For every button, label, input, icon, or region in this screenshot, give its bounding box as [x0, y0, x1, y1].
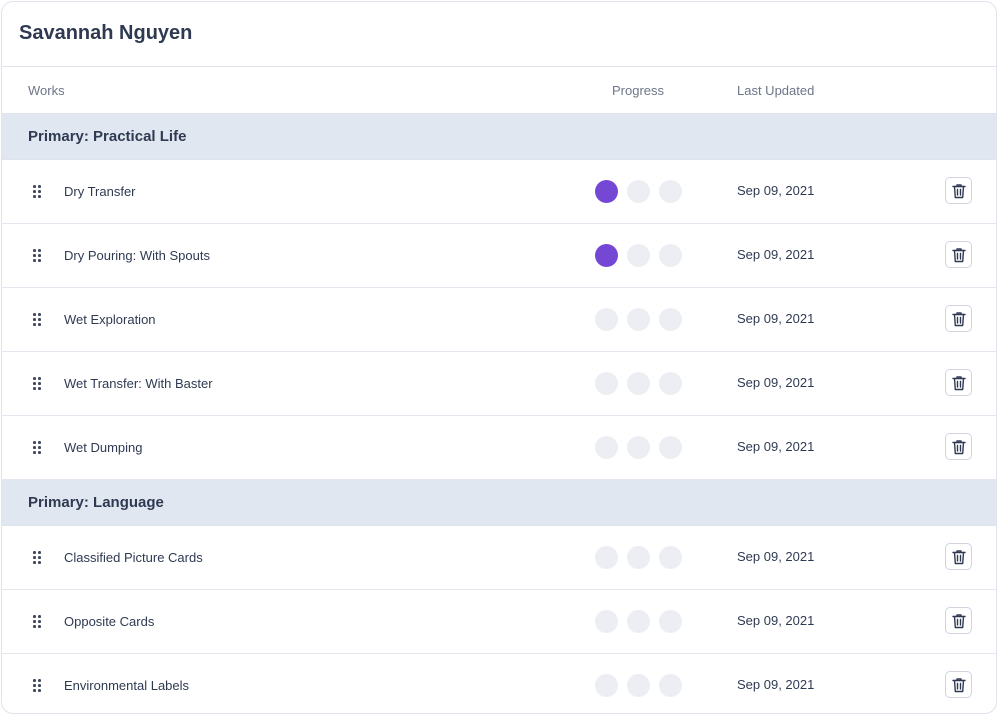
trash-icon — [951, 375, 966, 391]
progress-dot[interactable] — [627, 180, 650, 203]
work-row: Opposite Cards Sep 09, 2021 — [2, 590, 996, 654]
progress-dot[interactable] — [627, 372, 650, 395]
progress-dot[interactable] — [659, 546, 682, 569]
delete-button[interactable] — [945, 305, 972, 332]
column-header-progress: Progress — [612, 83, 665, 98]
group-header: Primary: Practical Life — [2, 114, 996, 160]
progress-dot[interactable] — [627, 674, 650, 697]
student-name-title: Savannah Nguyen — [2, 2, 996, 67]
delete-button[interactable] — [945, 543, 972, 570]
delete-button[interactable] — [945, 177, 972, 204]
drag-handle-icon[interactable] — [33, 185, 41, 198]
column-header-works: Works — [28, 83, 65, 98]
work-row: Environmental Labels Sep 09, 2021 — [2, 654, 996, 713]
trash-icon — [951, 549, 966, 565]
column-header-row: Works Progress Last Updated — [2, 67, 996, 114]
delete-button[interactable] — [945, 369, 972, 396]
progress-dot[interactable] — [659, 372, 682, 395]
progress-dot[interactable] — [595, 674, 618, 697]
last-updated-date: Sep 09, 2021 — [737, 549, 815, 564]
progress-dot[interactable] — [659, 436, 682, 459]
progress-dot[interactable] — [659, 308, 682, 331]
progress-dot[interactable] — [595, 436, 618, 459]
progress-dot[interactable] — [595, 372, 618, 395]
work-name: Opposite Cards — [64, 614, 155, 629]
trash-icon — [951, 311, 966, 327]
work-row: Classified Picture Cards Sep 09, 2021 — [2, 526, 996, 590]
last-updated-date: Sep 09, 2021 — [737, 613, 815, 628]
work-row: Dry Pouring: With Spouts Sep 09, 2021 — [2, 224, 996, 288]
works-list: Primary: Practical Life Dry Transfer Sep 0… — [2, 114, 996, 713]
work-name: Classified Picture Cards — [64, 550, 203, 565]
drag-handle-icon[interactable] — [33, 313, 41, 326]
trash-icon — [951, 439, 966, 455]
work-name: Wet Exploration — [64, 312, 156, 327]
progress-dot[interactable] — [595, 308, 618, 331]
progress-dot[interactable] — [659, 180, 682, 203]
delete-button[interactable] — [945, 607, 972, 634]
delete-button[interactable] — [945, 433, 972, 460]
drag-handle-icon[interactable] — [33, 551, 41, 564]
trash-icon — [951, 247, 966, 263]
progress-dot[interactable] — [627, 546, 650, 569]
drag-handle-icon[interactable] — [33, 615, 41, 628]
progress-dot[interactable] — [659, 244, 682, 267]
work-name: Dry Pouring: With Spouts — [64, 248, 210, 263]
work-name: Environmental Labels — [64, 678, 190, 693]
last-updated-date: Sep 09, 2021 — [737, 375, 815, 390]
last-updated-date: Sep 09, 2021 — [737, 311, 815, 326]
progress-dot[interactable] — [595, 610, 618, 633]
work-row: Dry Transfer Sep 09, 2021 — [2, 160, 996, 224]
column-header-last-updated: Last Updated — [737, 83, 815, 98]
works-card: Savannah Nguyen Works Progress Last Upda… — [1, 1, 997, 714]
progress-dot[interactable] — [595, 546, 618, 569]
drag-handle-icon[interactable] — [33, 679, 41, 692]
progress-dot[interactable] — [627, 244, 650, 267]
delete-button[interactable] — [945, 241, 972, 268]
last-updated-date: Sep 09, 2021 — [737, 247, 815, 262]
progress-dot[interactable] — [659, 610, 682, 633]
progress-dot[interactable] — [595, 180, 618, 203]
last-updated-date: Sep 09, 2021 — [737, 677, 815, 692]
trash-icon — [951, 677, 966, 693]
work-name: Dry Transfer — [64, 184, 136, 199]
drag-handle-icon[interactable] — [33, 441, 41, 454]
delete-button[interactable] — [945, 671, 972, 698]
work-name: Wet Dumping — [64, 440, 143, 455]
work-row: Wet Exploration Sep 09, 2021 — [2, 288, 996, 352]
last-updated-date: Sep 09, 2021 — [737, 183, 815, 198]
work-row: Wet Dumping Sep 09, 2021 — [2, 416, 996, 480]
trash-icon — [951, 613, 966, 629]
work-row: Wet Transfer: With Baster Sep 09, 2021 — [2, 352, 996, 416]
progress-dot[interactable] — [595, 244, 618, 267]
progress-dot[interactable] — [627, 610, 650, 633]
work-name: Wet Transfer: With Baster — [64, 376, 213, 391]
drag-handle-icon[interactable] — [33, 377, 41, 390]
progress-dot[interactable] — [627, 436, 650, 459]
last-updated-date: Sep 09, 2021 — [737, 439, 815, 454]
drag-handle-icon[interactable] — [33, 249, 41, 262]
trash-icon — [951, 183, 966, 199]
progress-dot[interactable] — [659, 674, 682, 697]
progress-dot[interactable] — [627, 308, 650, 331]
group-header: Primary: Language — [2, 480, 996, 526]
